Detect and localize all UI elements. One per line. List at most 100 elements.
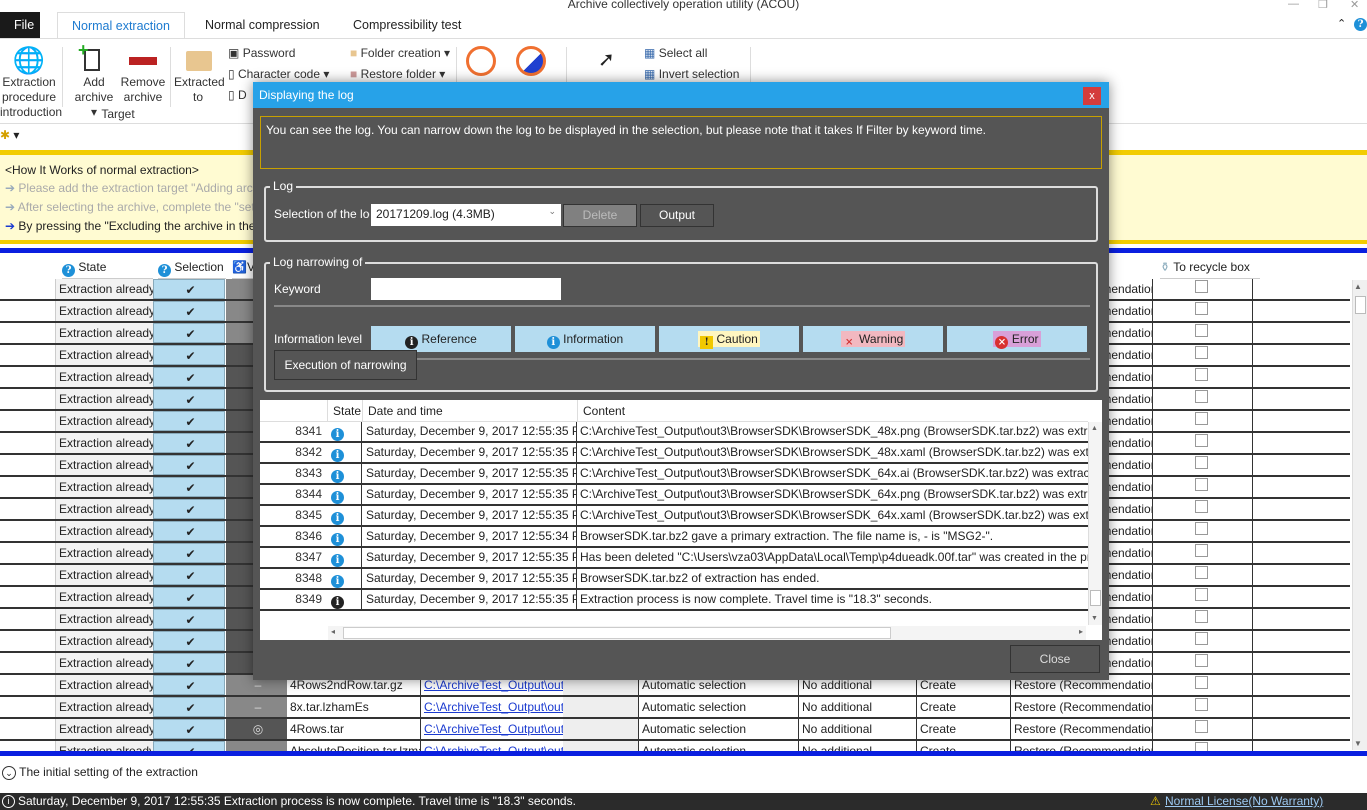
recycle-cell[interactable] [1152,367,1252,387]
table-row[interactable]: Extraction already ✔ ◎ 4Rows.tar C:\Arch… [0,719,1350,741]
log-row[interactable]: 8347 i Saturday, December 9, 2017 12:55:… [260,548,1088,569]
selection-cell[interactable]: ✔ [153,345,225,365]
v-cell[interactable]: – [226,697,287,717]
invert-selection-button[interactable]: ▦ Invert selection [644,67,739,81]
help-icon[interactable]: ? [1354,18,1367,31]
collapse-ribbon-icon[interactable]: ⌃ [1337,17,1346,30]
recycle-cell[interactable] [1152,609,1252,629]
mode-cell[interactable]: Automatic selection [638,697,798,717]
recycle-cell[interactable] [1152,653,1252,673]
scroll-thumb[interactable] [1090,590,1101,606]
recycle-cell[interactable] [1152,345,1252,365]
level-reference-button[interactable]: i Reference [371,326,511,352]
v-cell[interactable]: ◎ [226,719,287,739]
grid-vertical-scrollbar[interactable]: ▲ ▼ [1352,280,1367,750]
delete-button[interactable]: Delete [563,204,637,227]
selection-cell[interactable]: ✔ [153,433,225,453]
log-row[interactable]: 8341 i Saturday, December 9, 2017 12:55:… [260,422,1088,443]
v-cell[interactable]: – [226,741,287,751]
keyword-input[interactable] [371,278,561,300]
level-caution-button[interactable]: ! Caution [659,326,799,352]
recycle-cell[interactable] [1152,521,1252,541]
folder-cell[interactable]: Create [916,741,1010,751]
mode-cell[interactable]: Automatic selection [638,741,798,751]
selection-cell[interactable]: ✔ [153,477,225,497]
tab-compressibility-test[interactable]: Compressibility test [339,12,475,38]
d-button[interactable]: ▯ D [228,88,247,102]
tab-normal-extraction[interactable]: Normal extraction [57,12,185,38]
column-header-content[interactable]: Content [577,400,1088,422]
selection-cell[interactable]: ✔ [153,697,225,717]
path-link[interactable]: C:\ArchiveTest_Output\out3 [420,697,563,717]
selection-cell[interactable]: ✔ [153,741,225,751]
column-header-v[interactable]: ♿V [232,256,254,279]
minimize-button[interactable]: — [1288,0,1299,10]
selection-cell[interactable]: ✔ [153,455,225,475]
restore-cell[interactable]: Restore (Recommendation) [1010,697,1152,717]
selection-cell[interactable]: ✔ [153,367,225,387]
table-row[interactable]: Extraction already ✔ – 8x.tar.lzhamEs C:… [0,697,1350,719]
selection-cell[interactable]: ✔ [153,587,225,607]
password-button[interactable]: ▣ Password [228,46,295,60]
recycle-checkbox[interactable] [1195,698,1208,711]
recycle-checkbox[interactable] [1195,500,1208,513]
recycle-checkbox[interactable] [1195,456,1208,469]
recycle-cell[interactable] [1152,411,1252,431]
select-all-button[interactable]: ▦ Select all [644,46,707,60]
recycle-checkbox[interactable] [1195,302,1208,315]
selection-cell[interactable]: ✔ [153,675,225,695]
selection-cell[interactable]: ✔ [153,719,225,739]
character-code-button[interactable]: ▯ Character code ▾ [228,67,329,81]
selection-cell[interactable]: ✔ [153,609,225,629]
level-information-button[interactable]: i Information [515,326,655,352]
path-link[interactable]: C:\ArchiveTest_Output\out3 [420,719,563,739]
recycle-cell[interactable] [1152,587,1252,607]
recycle-checkbox[interactable] [1195,434,1208,447]
recycle-cell[interactable] [1152,741,1252,751]
recycle-cell[interactable] [1152,499,1252,519]
selection-cell[interactable]: ✔ [153,323,225,343]
selection-cell[interactable]: ✔ [153,389,225,409]
recycle-cell[interactable] [1152,389,1252,409]
dialog-close-x-button[interactable]: x [1083,87,1101,105]
recycle-checkbox[interactable] [1195,610,1208,623]
close-button[interactable]: Close [1010,645,1100,673]
expand-icon[interactable] [466,46,496,76]
selection-cell[interactable]: ✔ [153,279,225,299]
recycle-checkbox[interactable] [1195,588,1208,601]
selection-cell[interactable]: ✔ [153,499,225,519]
recycle-checkbox[interactable] [1195,632,1208,645]
restore-folder-button[interactable]: ■ Restore folder ▾ [350,67,445,81]
recycle-cell[interactable] [1152,323,1252,343]
selection-cell[interactable]: ✔ [153,521,225,541]
recycle-checkbox[interactable] [1195,324,1208,337]
extraction-procedure-button[interactable]: 🌐 Extraction procedure introduction [0,45,62,120]
recycle-cell[interactable] [1152,719,1252,739]
recycle-cell[interactable] [1152,279,1252,299]
selection-cell[interactable]: ✔ [153,565,225,585]
log-row[interactable]: 8343 i Saturday, December 9, 2017 12:55:… [260,464,1088,485]
recycle-checkbox[interactable] [1195,412,1208,425]
scroll-thumb[interactable] [1355,296,1366,314]
recycle-checkbox[interactable] [1195,522,1208,535]
recycle-checkbox[interactable] [1195,544,1208,557]
log-row[interactable]: 8349 i Saturday, December 9, 2017 12:55:… [260,590,1088,611]
collapse-icon[interactable] [516,46,546,76]
recycle-checkbox[interactable] [1195,676,1208,689]
scroll-thumb[interactable] [343,627,891,639]
path-link[interactable]: C:\ArchiveTest_Output\out3 [420,741,563,751]
recycle-checkbox[interactable] [1195,368,1208,381]
restore-button[interactable]: ❐ [1318,0,1328,11]
file-menu[interactable]: File [0,12,40,38]
cursor-select-icon[interactable]: ➚ [598,47,615,72]
extracted-to-button[interactable]: Extracted to [174,45,225,105]
restore-cell[interactable]: Restore (Recommendation) [1010,719,1152,739]
log-horizontal-scrollbar[interactable]: ◂ ▸ [328,626,1086,640]
recycle-checkbox[interactable] [1195,742,1208,751]
recycle-checkbox[interactable] [1195,280,1208,293]
level-error-button[interactable]: × Error [947,326,1087,352]
execute-narrowing-button[interactable]: Execution of narrowing [274,350,417,380]
recycle-checkbox[interactable] [1195,390,1208,403]
selection-cell[interactable]: ✔ [153,411,225,431]
recycle-cell[interactable] [1152,301,1252,321]
